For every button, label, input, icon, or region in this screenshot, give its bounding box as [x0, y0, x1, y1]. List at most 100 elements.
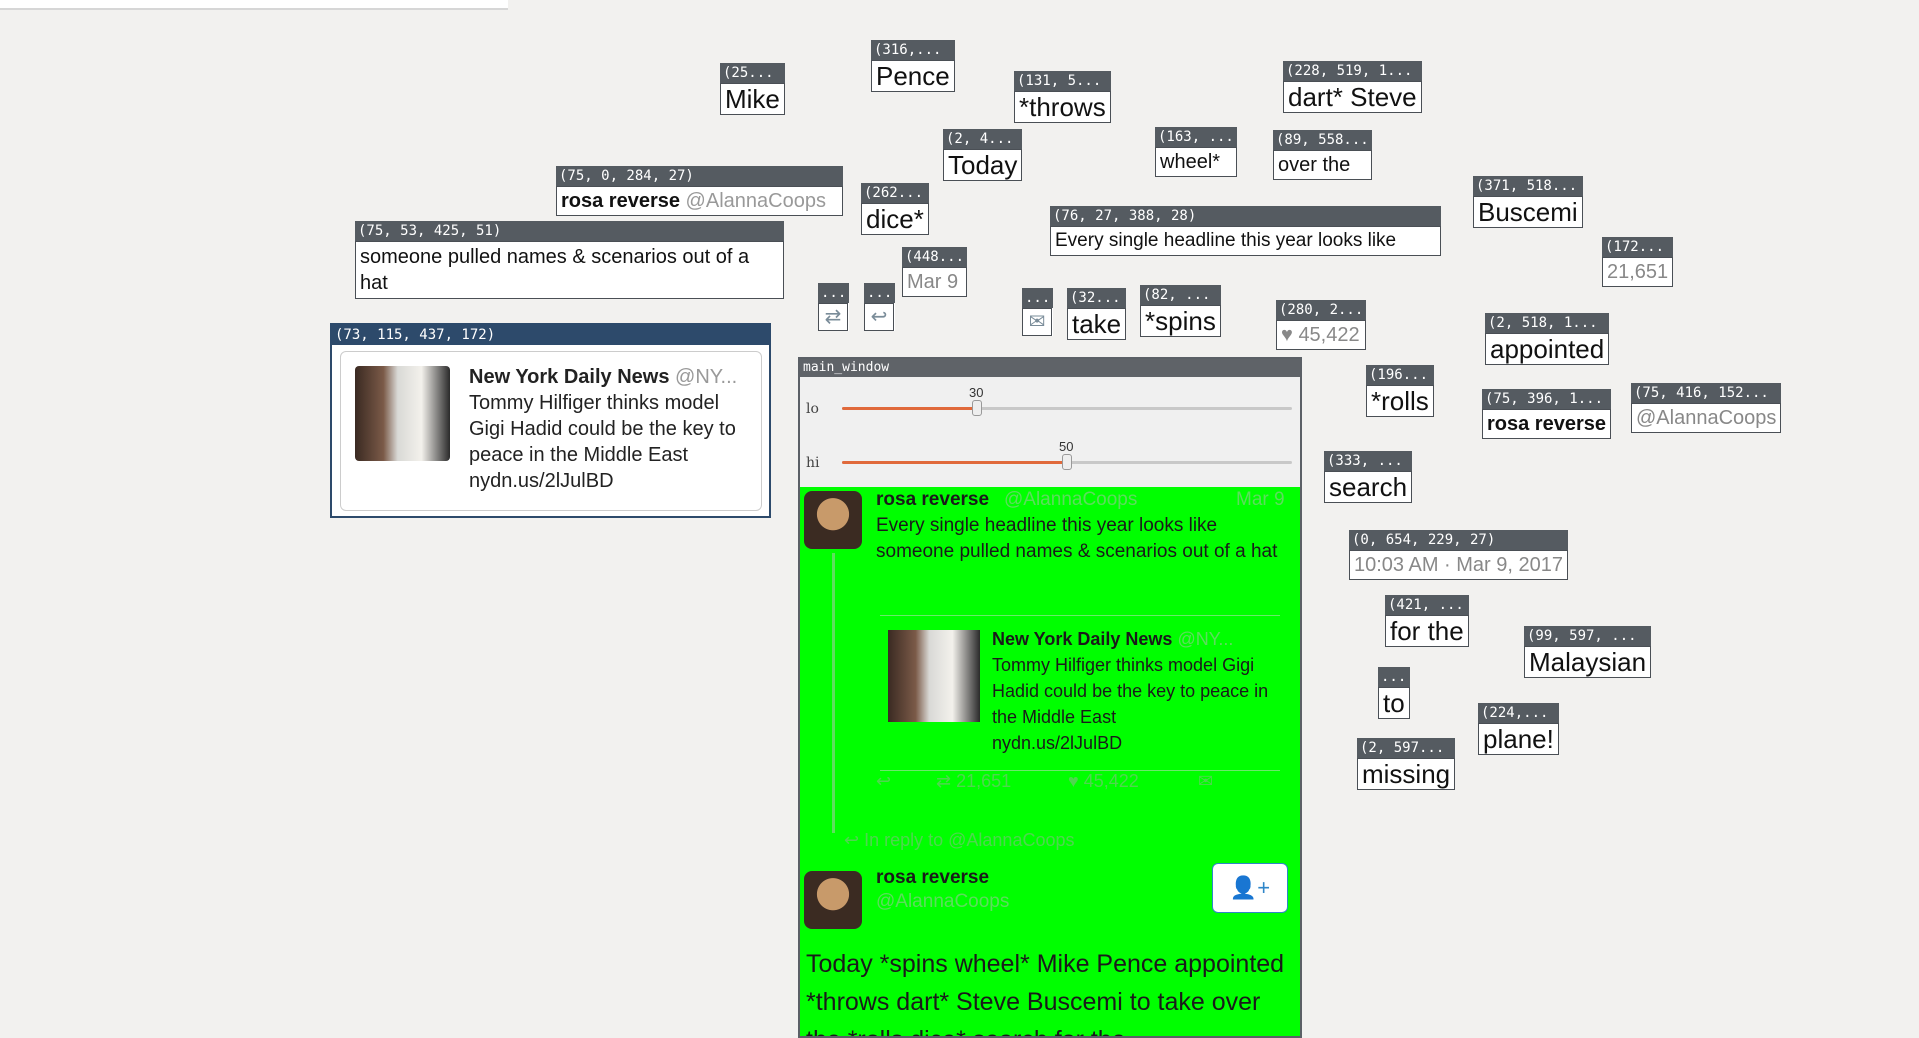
- slider-value: 30: [969, 385, 984, 400]
- slider-handle[interactable]: [972, 400, 982, 416]
- tweet-actions: ↩ ⇄ 21,651 ♥ 45,422 ✉: [876, 771, 1276, 795]
- quoted-thumbnail: [888, 630, 980, 722]
- crop-text: 21,651: [1602, 257, 1674, 287]
- slider-track[interactable]: [842, 400, 1292, 416]
- slider-value: 50: [1059, 439, 1074, 454]
- tweet-author-name[interactable]: rosa reverse: [876, 489, 989, 511]
- crop-text: for the: [1385, 615, 1469, 647]
- crop-tag: (89, 558...: [1273, 130, 1372, 150]
- crop-rolls: (196... *rolls: [1366, 365, 1434, 417]
- slider-label: hi: [806, 455, 820, 471]
- crop-over-the: (89, 558... over the: [1273, 130, 1372, 180]
- reply-author-name[interactable]: rosa reverse: [876, 867, 989, 889]
- crop-pence: (316,... Pence: [871, 40, 955, 92]
- crop-tag: (82, ...: [1140, 285, 1221, 305]
- tweet-author-handle[interactable]: @AlannaCoops: [1004, 489, 1137, 511]
- crop-search: (333, ... search: [1324, 451, 1413, 503]
- crop-retweet-count: (172... 21,651: [1602, 237, 1674, 287]
- news-card[interactable]: New York Daily News @NY... Tommy Hilfige…: [340, 351, 762, 511]
- crop-rosa-header: (75, 0, 284, 27) rosa reverse @AlannaCoo…: [556, 166, 843, 216]
- envelope-icon[interactable]: ✉: [1198, 771, 1213, 792]
- crop-tag: ...: [818, 283, 850, 303]
- crop-alanna-gray: (75, 416, 152... @AlannaCoops: [1631, 383, 1782, 433]
- slider-hi: hi 50: [800, 431, 1300, 485]
- reply-context[interactable]: ↩ In reply to @AlannaCoops: [844, 827, 1075, 853]
- crop-tag: (280, 2...: [1276, 300, 1367, 320]
- crop-spins: (82, ... *spins: [1140, 285, 1221, 337]
- retweet-icon: ⇄: [818, 303, 848, 331]
- quoted-card[interactable]: New York Daily News @NY... Tommy Hilfige…: [880, 615, 1280, 771]
- crop-text: Buscemi: [1473, 196, 1583, 228]
- crop-dice: (262... dice*: [861, 183, 929, 235]
- crop-malaysian: (99, 597, ... Malaysian: [1524, 626, 1652, 678]
- crop-tag: (2, 518, 1...: [1485, 313, 1610, 333]
- avatar[interactable]: [804, 871, 862, 929]
- thread-line: [832, 553, 835, 833]
- crop-tag: (32...: [1067, 288, 1127, 308]
- crop-text: search: [1324, 471, 1413, 503]
- crop-tag: ...: [1378, 667, 1410, 687]
- news-card-text: New York Daily News @NY... Tommy Hilfige…: [469, 364, 754, 494]
- crop-wheel: (163, ... wheel*: [1155, 127, 1237, 177]
- reply-icon: ↩: [864, 303, 894, 331]
- crop-tag: (333, ...: [1324, 451, 1413, 471]
- crop-tag: (99, 597, ...: [1524, 626, 1652, 646]
- crop-today: (2, 4... Today: [943, 129, 1023, 181]
- news-link[interactable]: nydn.us/2lJulBD: [469, 470, 614, 492]
- tweet-text: Every single headline this year looks li…: [876, 515, 1278, 562]
- crop-text: plane!: [1478, 723, 1559, 755]
- retweet-button[interactable]: ⇄ 21,651: [936, 771, 1011, 792]
- top-strip: [0, 0, 508, 10]
- crop-text: Malaysian: [1524, 646, 1652, 678]
- crop-buscemi: (371, 518... Buscemi: [1473, 176, 1583, 228]
- likes-count: 45,422: [1298, 324, 1360, 346]
- slider-fill: [842, 461, 1067, 464]
- heart-icon: ♥: [1068, 771, 1079, 791]
- crop-likes: (280, 2... ♥ 45,422: [1276, 300, 1367, 350]
- reply-icon[interactable]: ↩: [876, 771, 891, 792]
- crop-mike: (25... Mike: [720, 63, 785, 115]
- like-button[interactable]: ♥ 45,422: [1068, 771, 1139, 792]
- crop-tag: (262...: [861, 183, 929, 203]
- quoted-link[interactable]: nydn.us/2lJulBD: [992, 733, 1122, 753]
- crop-every-single: (76, 27, 388, 28) Every single headline …: [1050, 206, 1441, 256]
- crop-tag: (228, 519, 1...: [1283, 61, 1422, 81]
- crop-text: *spins: [1140, 305, 1221, 337]
- news-source-name: New York Daily News: [469, 366, 670, 388]
- crop-news-card: (73, 115, 437, 172) New York Daily News …: [330, 323, 771, 518]
- crop-text: appointed: [1485, 333, 1610, 365]
- crop-appointed: (2, 518, 1... appointed: [1485, 313, 1610, 365]
- tweet-date[interactable]: Mar 9: [1236, 489, 1285, 511]
- crop-text: ♥ 45,422: [1276, 320, 1367, 350]
- follow-button[interactable]: 👤+: [1212, 863, 1288, 913]
- crop-tag: (75, 53, 425, 51): [355, 221, 784, 241]
- crop-text: Pence: [871, 60, 955, 92]
- slider-handle[interactable]: [1062, 454, 1072, 470]
- crop-tag: (73, 115, 437, 172): [332, 325, 769, 345]
- crop-tag: (2, 597...: [1357, 738, 1456, 758]
- news-thumbnail: [355, 366, 450, 461]
- reply-context-text: In reply to @AlannaCoops: [864, 830, 1075, 850]
- crop-throws: (131, 5... *throws: [1014, 71, 1111, 123]
- avatar[interactable]: [804, 491, 862, 549]
- crop-tag: (76, 27, 388, 28): [1050, 206, 1441, 226]
- crop-dart-steve: (228, 519, 1... dart* Steve: [1283, 61, 1422, 113]
- slider-track[interactable]: [842, 454, 1292, 470]
- crop-tag: ...: [864, 283, 896, 303]
- crop-text: dart* Steve: [1283, 81, 1422, 113]
- slider-fill: [842, 407, 977, 410]
- quoted-text: Tommy Hilfiger thinks model Gigi Hadid c…: [992, 655, 1269, 727]
- reply-author-handle[interactable]: @AlannaCoops: [876, 891, 1009, 913]
- retweet-count: 21,651: [956, 771, 1012, 791]
- crop-text: @AlannaCoops: [1631, 403, 1782, 433]
- crop-retweet-icon: ... ⇄: [818, 283, 850, 331]
- crop-tag: ...: [1022, 288, 1054, 308]
- news-source-handle: @NY...: [675, 366, 738, 388]
- crop-text: someone pulled names & scenarios out of …: [355, 241, 784, 299]
- crop-tag: (172...: [1602, 237, 1674, 257]
- crop-text: rosa reverse @AlannaCoops: [556, 186, 843, 216]
- quoted-source-handle: @NY...: [1177, 629, 1234, 649]
- crop-tag: (448...: [902, 247, 968, 267]
- crop-rosa-bold: (75, 396, 1... rosa reverse: [1482, 389, 1611, 439]
- crop-tag: (421, ...: [1385, 595, 1469, 615]
